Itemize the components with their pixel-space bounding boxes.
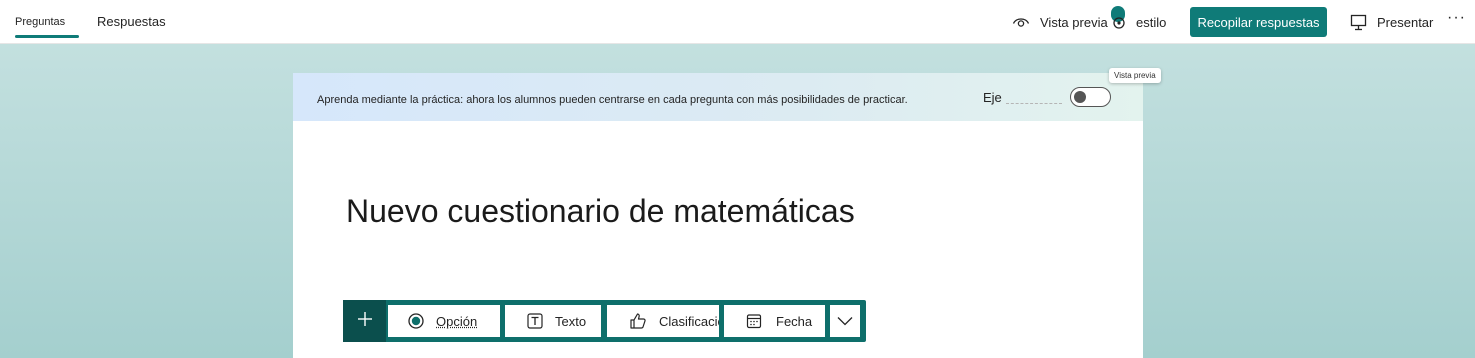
date-question-button[interactable]: Fecha — [724, 305, 825, 337]
rating-label: Clasificación — [659, 313, 719, 329]
tab-preguntas-label: Preguntas — [15, 16, 66, 28]
rating-question-button[interactable]: Clasificación — [607, 305, 719, 337]
chevron-down-icon — [837, 316, 853, 326]
date-label: Fecha — [776, 313, 813, 329]
radio-icon — [408, 313, 424, 329]
present-label: Presentar — [1377, 14, 1434, 30]
present-button[interactable]: Presentar — [1350, 0, 1433, 44]
thumbs-up-icon — [629, 312, 647, 330]
style-button[interactable]: estilo — [1108, 0, 1166, 44]
practice-banner: Aprenda mediante la práctica: ahora los … — [293, 73, 1143, 121]
choice-question-button[interactable]: Opción — [388, 305, 500, 337]
eye-icon — [1012, 15, 1030, 29]
text-question-button[interactable]: Texto — [505, 305, 601, 337]
tab-respuestas[interactable]: Respuestas — [97, 0, 166, 44]
calendar-icon — [746, 313, 762, 329]
add-question-button[interactable] — [343, 300, 386, 342]
top-bar: Preguntas Respuestas Vista previa estilo… — [0, 0, 1475, 44]
monitor-icon — [1350, 14, 1367, 31]
preview-label: Vista previa — [1040, 14, 1108, 30]
tab-preguntas[interactable]: Preguntas — [15, 0, 79, 44]
palette-icon — [1108, 12, 1128, 32]
banner-text: Aprenda mediante la práctica: ahora los … — [317, 94, 908, 106]
more-options-icon[interactable]: ··· — [1447, 10, 1466, 26]
more-question-types-button[interactable] — [830, 305, 860, 337]
toggle-knob — [1074, 91, 1086, 103]
axis-label: Eje — [983, 90, 1002, 105]
practice-toggle[interactable] — [1070, 87, 1111, 107]
active-tab-indicator — [15, 35, 79, 38]
collect-responses-label: Recopilar respuestas — [1197, 14, 1320, 30]
tab-respuestas-label: Respuestas — [97, 14, 166, 29]
text-label: Texto — [555, 313, 587, 329]
style-label: estilo — [1136, 14, 1167, 30]
form-title[interactable]: Nuevo cuestionario de matemáticas — [346, 193, 855, 230]
text-icon — [527, 313, 543, 329]
choice-label: Opción — [436, 313, 478, 329]
axis-underline — [1006, 103, 1062, 104]
preview-tooltip: Vista previa — [1109, 68, 1161, 83]
add-question-bar: Opción Texto Clasificación Fecha — [343, 300, 866, 342]
preview-button[interactable]: Vista previa — [1012, 0, 1108, 44]
plus-icon — [357, 311, 373, 332]
collect-responses-button[interactable]: Recopilar respuestas — [1190, 7, 1327, 37]
